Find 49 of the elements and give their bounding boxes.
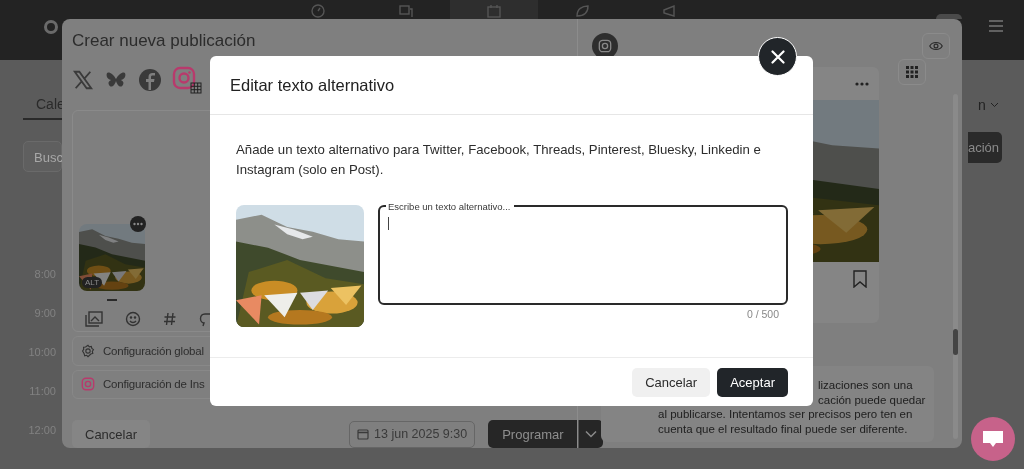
create-button[interactable]: ación	[968, 132, 1002, 163]
schedule-button[interactable]: Programar	[488, 420, 578, 448]
calendar-icon[interactable]	[486, 3, 502, 19]
note-text: al publicarse. Intentamos ser precisos pero ten en	[658, 407, 913, 422]
calendar-icon	[357, 428, 370, 440]
instagram-account-icon[interactable]	[592, 33, 618, 59]
eye-icon	[929, 40, 943, 52]
accept-button[interactable]: Aceptar	[717, 367, 788, 397]
devices-icon[interactable]	[398, 3, 414, 19]
leaf-icon[interactable]	[574, 3, 590, 19]
x-logo-icon[interactable]	[72, 69, 94, 91]
emoji-icon[interactable]	[125, 311, 141, 327]
gear-icon	[81, 343, 95, 358]
dialog-title: Crear nueva publicación	[72, 31, 257, 51]
gauge-icon[interactable]	[310, 3, 326, 19]
comment-icon[interactable]	[199, 311, 211, 327]
megaphone-icon[interactable]	[662, 3, 678, 19]
cancel-button[interactable]: Cancelar	[72, 420, 151, 448]
grid-icon	[906, 66, 918, 78]
search-field[interactable]: Busc	[23, 141, 62, 172]
close-icon	[770, 49, 785, 64]
chevron-icon	[584, 430, 597, 438]
hashtag-icon[interactable]	[163, 311, 177, 327]
note-text: cuenta que el resultado final puede ser diferente.	[658, 421, 908, 436]
instagram-icon	[81, 377, 95, 392]
grid-button[interactable]	[898, 59, 926, 85]
logo-icon[interactable]	[44, 20, 58, 34]
note-text: cación puede quedar	[818, 392, 926, 407]
description-text: Añade un texto alternativo para Twitter, Facebook, Threads, Pinterest, Bluesky, Linkedin e Instagram (solo en Post).	[236, 141, 762, 179]
more-icon[interactable]	[855, 81, 869, 86]
more-icon[interactable]	[130, 216, 146, 232]
alt-badge[interactable]: ALT	[82, 277, 103, 288]
image-icon[interactable]	[85, 311, 103, 327]
character-counter: 0 / 500	[746, 308, 779, 320]
scrollbar[interactable]	[953, 94, 958, 439]
scrollbar-thumb[interactable]	[953, 329, 958, 355]
menu-icon[interactable]	[989, 20, 1003, 32]
cancel-button[interactable]: Cancelar	[632, 367, 711, 397]
note-text: lizaciones son una	[818, 378, 913, 393]
bookmark-icon[interactable]	[853, 270, 867, 288]
instagram-icon	[598, 39, 612, 53]
dialog-title: Editar texto alternativo	[230, 75, 395, 95]
chat-icon	[982, 430, 1004, 448]
chevron-icon	[989, 102, 999, 108]
date-button[interactable]: 13 jun 2025 9:30	[349, 420, 476, 448]
eye-button[interactable]	[922, 33, 950, 59]
facebook-icon[interactable]	[138, 68, 162, 92]
view-dropdown[interactable]: n	[978, 97, 999, 113]
instagram-icon[interactable]	[172, 66, 202, 94]
